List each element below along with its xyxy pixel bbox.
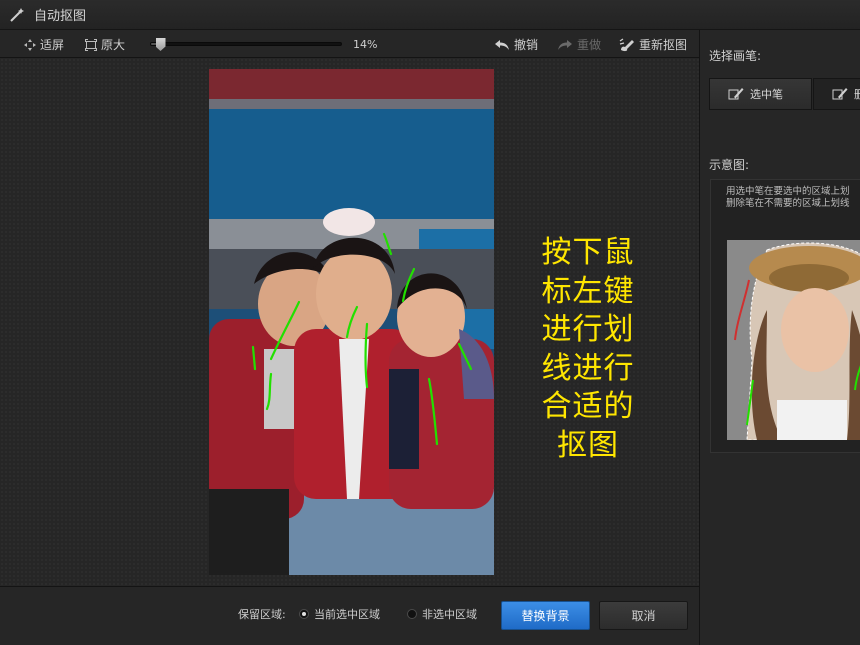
- example-heading: 示意图:: [709, 158, 750, 172]
- window-title: 自动抠图: [34, 9, 87, 24]
- delete-brush-tab[interactable]: 删: [813, 78, 860, 110]
- instruction-line: 进行划: [541, 312, 635, 347]
- original-size-icon: [85, 38, 97, 51]
- original-size-label: 原大: [101, 38, 126, 52]
- radio-dot: [299, 609, 309, 619]
- select-brush-label: 选中笔: [750, 88, 783, 101]
- delete-brush-label: 删: [854, 86, 860, 102]
- bottom-bar: 保留区域: 当前选中区域 非选中区域 替换背景 取消: [0, 586, 699, 645]
- replace-background-button[interactable]: 替换背景: [501, 601, 590, 630]
- zoom-slider[interactable]: [150, 38, 342, 51]
- editing-canvas[interactable]: 按下鼠 标左键 进行划 线进行 合适的 抠图: [0, 58, 699, 586]
- magic-wand-icon: [10, 7, 24, 22]
- undo-button[interactable]: 撤销: [494, 36, 538, 53]
- delete-brush-icon: [832, 88, 848, 100]
- fit-screen-label: 适屏: [40, 38, 65, 52]
- example-illustration: [727, 240, 860, 440]
- keep-area-label: 保留区域:: [238, 608, 286, 621]
- keep-unselected-radio[interactable]: 非选中区域: [407, 606, 477, 622]
- undo-label: 撤销: [514, 38, 539, 52]
- select-brush-tab[interactable]: 选中笔: [709, 78, 812, 110]
- radio-label: 非选中区域: [422, 608, 477, 621]
- example-line: 用选中笔在要选中的区域上划: [726, 186, 850, 197]
- undo-icon: [495, 39, 509, 50]
- photo-illustration: [209, 69, 494, 575]
- fit-screen-button[interactable]: 适屏: [24, 36, 64, 53]
- example-box: 用选中笔在要选中的区域上划 删除笔在不需要的区域上划线: [710, 179, 860, 453]
- right-panel: 选择画笔: 选中笔 删 示意图: 用选中笔在要选中的区域上划 删除笔在不需要的区…: [699, 30, 860, 645]
- example-image: [727, 240, 860, 440]
- keep-current-selection-radio[interactable]: 当前选中区域: [299, 606, 380, 622]
- fit-screen-icon: [24, 38, 36, 51]
- example-line: 删除笔在不需要的区域上划线: [726, 198, 850, 209]
- instruction-line: 抠图: [557, 427, 619, 463]
- example-description: 用选中笔在要选中的区域上划 删除笔在不需要的区域上划线: [726, 186, 860, 210]
- redo-icon: [558, 39, 572, 50]
- original-size-button[interactable]: 原大: [85, 36, 125, 53]
- redo-label: 重做: [577, 38, 602, 52]
- instruction-line: 按下鼠: [541, 235, 635, 270]
- instruction-line: 标左键: [541, 273, 635, 309]
- toolbar: 适屏 原大 14% 撤销 重做 重新抠图: [0, 30, 699, 58]
- photo[interactable]: [209, 69, 494, 575]
- title-bar: 自动抠图: [0, 0, 860, 30]
- cancel-button[interactable]: 取消: [599, 601, 688, 630]
- reset-cutout-button[interactable]: 重新抠图: [619, 36, 687, 53]
- redo-button[interactable]: 重做: [557, 36, 601, 53]
- brush-select-heading: 选择画笔:: [709, 49, 762, 63]
- radio-label: 当前选中区域: [314, 608, 380, 621]
- select-brush-icon: [728, 88, 744, 100]
- radio-dot: [407, 609, 417, 619]
- zoom-slider-handle[interactable]: [155, 38, 166, 51]
- zoom-value: 14%: [353, 38, 378, 51]
- brush-reset-icon: [619, 37, 634, 51]
- instruction-overlay: 按下鼠 标左键 进行划 线进行 合适的 抠图: [526, 234, 650, 465]
- reset-cutout-label: 重新抠图: [639, 38, 688, 52]
- instruction-line: 线进行: [541, 350, 635, 386]
- instruction-line: 合适的: [541, 389, 635, 424]
